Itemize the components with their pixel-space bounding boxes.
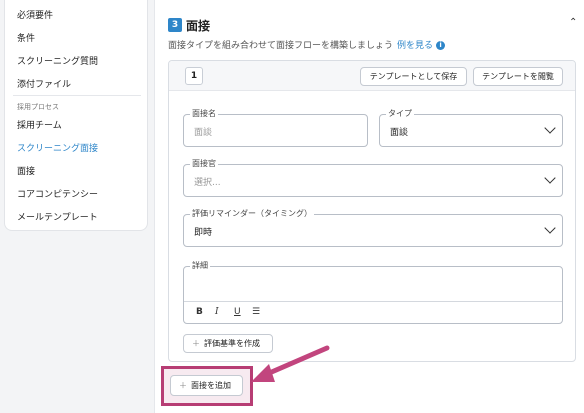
sidebar-item-screening-interview[interactable]: スクリーニング面接	[17, 141, 98, 154]
chevron-down-icon	[544, 122, 556, 134]
plus-icon: ＋	[179, 381, 187, 390]
reminder-value: 即時	[194, 228, 213, 238]
sidebar-section-label: 採用プロセス	[17, 103, 59, 111]
list-icon[interactable]: ☰	[252, 307, 260, 317]
bold-icon[interactable]: B	[196, 307, 203, 317]
sidebar-item-requirements[interactable]: 必須要件	[17, 8, 53, 21]
type-value: 面談	[390, 128, 409, 138]
add-interview-button[interactable]: ＋ 面接を追加	[170, 375, 243, 396]
sidebar-item-attachments[interactable]: 添付ファイル	[17, 77, 71, 90]
add-interview-highlight: ＋ 面接を追加	[161, 366, 253, 406]
reminder-label: 評価リマインダー（タイミング）	[190, 208, 314, 219]
section-subtitle: 面接タイプを組み合わせて面接フローを構築しましょう 例を見る i	[168, 38, 446, 51]
interviewer-placeholder: 選択...	[194, 178, 221, 188]
sidebar-item-interview[interactable]: 面接	[17, 164, 35, 177]
browse-template-button[interactable]: テンプレートを閲覧	[473, 67, 563, 86]
interviewer-label: 面接官	[190, 158, 218, 169]
sidebar-nav: 必須要件 条件 スクリーニング質問 添付ファイル 採用プロセス 採用チーム スク…	[4, 0, 148, 231]
interview-name-label: 面接名	[190, 108, 218, 119]
interviewer-select[interactable]: 面接官 選択...	[183, 158, 563, 197]
interview-name-field[interactable]: 面接名 面談	[183, 108, 368, 147]
sidebar-divider	[13, 95, 141, 96]
italic-icon[interactable]: I	[215, 307, 219, 317]
sidebar-item-conditions[interactable]: 条件	[17, 31, 35, 44]
example-link[interactable]: 例を見る	[397, 41, 433, 51]
interview-name-placeholder: 面談	[194, 128, 213, 138]
interview-number: 1	[185, 67, 203, 85]
plus-icon: ＋	[192, 339, 200, 348]
main-content: 3 面接 ⌃ 面接タイプを組み合わせて面接フローを構築しましょう 例を見る i 1 …	[154, 0, 584, 413]
section-title: 面接	[186, 19, 211, 33]
sidebar-item-email-template[interactable]: メールテンプレート	[17, 210, 98, 223]
step-number-badge: 3	[168, 18, 182, 32]
sidebar-item-core-competency[interactable]: コアコンピテンシー	[17, 187, 98, 200]
annotation-arrow-icon	[251, 345, 330, 382]
underline-icon[interactable]: U	[234, 307, 241, 317]
type-select[interactable]: タイプ 面談	[379, 108, 563, 147]
details-label: 詳細	[190, 260, 210, 271]
chevron-up-icon[interactable]: ⌃	[569, 17, 577, 28]
chevron-down-icon	[544, 172, 556, 184]
sidebar-item-screening-questions[interactable]: スクリーニング質問	[17, 54, 98, 67]
details-editor[interactable]: 詳細 B I U ☰	[183, 260, 563, 324]
sidebar-item-hiring-team[interactable]: 採用チーム	[17, 118, 62, 131]
save-as-template-button[interactable]: テンプレートとして保存	[360, 67, 467, 86]
add-interview-label: 面接を追加	[191, 381, 231, 390]
interview-panel: 1 テンプレートとして保存 テンプレートを閲覧 面接名 面談 タイプ 面談 面接…	[168, 60, 576, 362]
editor-toolbar: B I U ☰	[184, 301, 562, 323]
subtitle-text: 面接タイプを組み合わせて面接フローを構築しましょう	[168, 41, 394, 51]
reminder-select[interactable]: 評価リマインダー（タイミング） 即時	[183, 208, 563, 247]
info-icon[interactable]: i	[436, 41, 446, 50]
chevron-down-icon	[544, 222, 556, 234]
type-label: タイプ	[386, 108, 414, 119]
interview-panel-header: 1 テンプレートとして保存 テンプレートを閲覧	[169, 61, 575, 91]
